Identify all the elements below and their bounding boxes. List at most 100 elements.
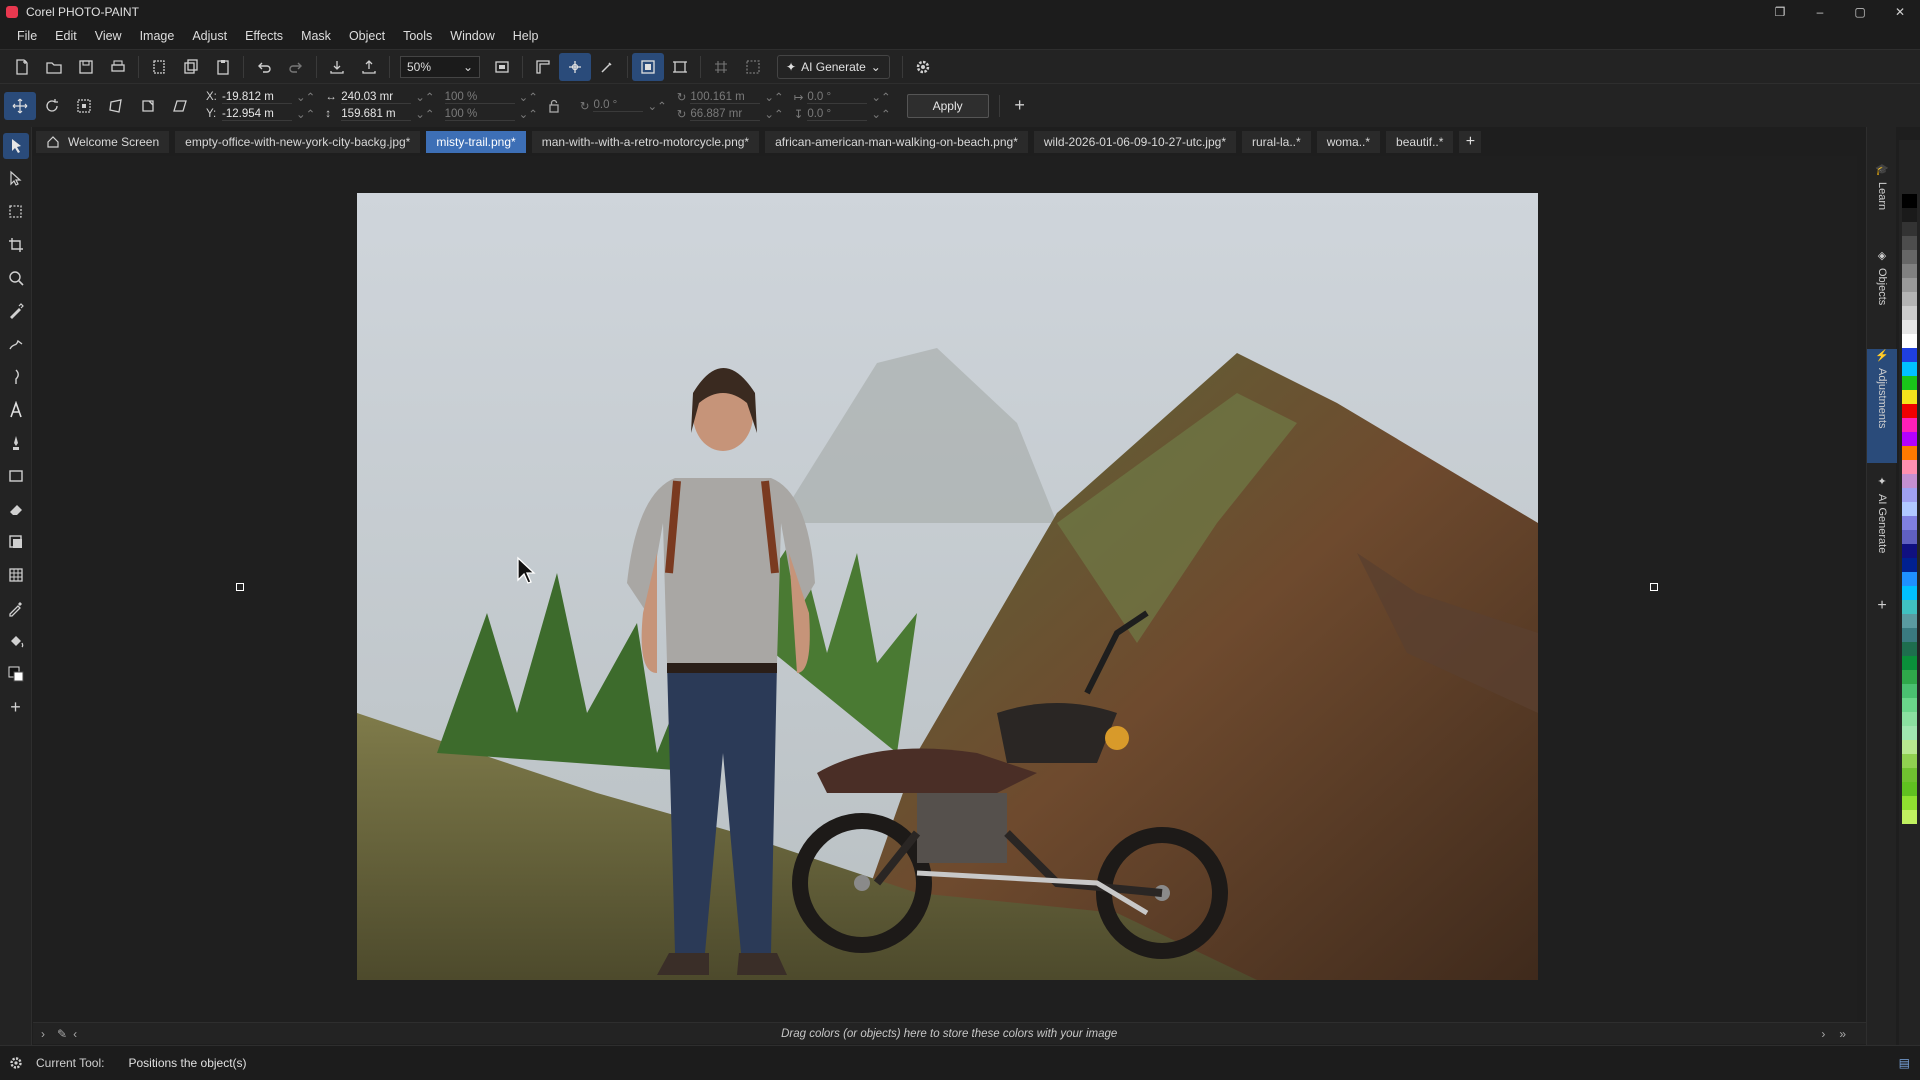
palette-swatch[interactable]: [1902, 320, 1917, 334]
new-file-icon[interactable]: [6, 53, 38, 81]
zoom-tool-icon[interactable]: [3, 265, 29, 291]
menu-adjust[interactable]: Adjust: [183, 23, 236, 49]
spin-icon[interactable]: ⌄⌃: [871, 90, 890, 104]
palette-swatch[interactable]: [1902, 684, 1917, 698]
restore-panel-icon[interactable]: ❐: [1760, 0, 1800, 23]
pick-tool-icon[interactable]: [2, 133, 29, 159]
mask-tool-icon[interactable]: [3, 199, 29, 225]
palette-swatch[interactable]: [1902, 334, 1917, 348]
menu-tools[interactable]: Tools: [394, 23, 441, 49]
freehand-tool-icon[interactable]: [3, 331, 29, 357]
palette-swatch[interactable]: [1902, 642, 1917, 656]
undo-icon[interactable]: [248, 53, 280, 81]
tab-document[interactable]: woma..*: [1316, 131, 1381, 153]
brush-mask-tool-icon[interactable]: [3, 298, 29, 324]
skew-v-input[interactable]: 0.0 °: [807, 108, 868, 121]
palette-swatch[interactable]: [1902, 390, 1917, 404]
palette-swatch[interactable]: [1902, 558, 1917, 572]
expand-palette-icon[interactable]: »: [1839, 1027, 1846, 1041]
cut-icon[interactable]: [143, 53, 175, 81]
palette-swatch[interactable]: [1902, 292, 1917, 306]
docker-tab-objects[interactable]: ◈ Objects: [1867, 249, 1897, 305]
spin-icon[interactable]: ⌄⌃: [296, 107, 315, 121]
skew-h-input[interactable]: 0.0 °: [807, 91, 868, 104]
scale-height-input[interactable]: 100 %: [444, 108, 515, 121]
add-icon[interactable]: +: [1004, 92, 1036, 120]
palette-swatch[interactable]: [1902, 544, 1917, 558]
grid-icon[interactable]: [705, 53, 737, 81]
center-x-input[interactable]: 100.161 m: [690, 91, 761, 104]
spin-icon[interactable]: ⌄⌃: [415, 90, 434, 104]
eyedropper-icon[interactable]: ✎: [57, 1027, 67, 1041]
print-icon[interactable]: [102, 53, 134, 81]
brush-settings-icon[interactable]: [591, 53, 623, 81]
palette-swatch[interactable]: [1902, 348, 1917, 362]
palette-swatch[interactable]: [1902, 446, 1917, 460]
palette-swatch[interactable]: [1902, 488, 1917, 502]
palette-swatch[interactable]: [1902, 586, 1917, 600]
color-swatch-icon[interactable]: [3, 661, 29, 687]
menu-help[interactable]: Help: [504, 23, 548, 49]
center-y-input[interactable]: 66.887 mr: [690, 108, 761, 121]
tab-document[interactable]: empty-office-with-new-york-city-backg.jp…: [175, 131, 421, 153]
rotate-mode-icon[interactable]: [36, 92, 68, 120]
tab-welcome-screen[interactable]: Welcome Screen: [36, 131, 170, 153]
ai-generate-button[interactable]: ✦ AI Generate ⌄: [777, 54, 890, 79]
skew-mode-icon[interactable]: [164, 92, 196, 120]
eraser-tool-icon[interactable]: [3, 496, 29, 522]
expand-arrow-icon[interactable]: ›: [41, 1027, 45, 1041]
perspective-mode-icon[interactable]: [132, 92, 164, 120]
palette-swatch[interactable]: [1902, 306, 1917, 320]
palette-swatch[interactable]: [1902, 670, 1917, 684]
gear-icon[interactable]: [907, 53, 939, 81]
scale-mode-icon[interactable]: [68, 92, 100, 120]
snap-to-icon[interactable]: [559, 52, 591, 81]
tab-document-active[interactable]: misty-trail.png*: [426, 131, 526, 153]
save-icon[interactable]: [70, 53, 102, 81]
zoom-fit-icon[interactable]: [486, 53, 518, 81]
spin-icon[interactable]: ⌄⌃: [415, 107, 434, 121]
palette-swatch[interactable]: [1902, 460, 1917, 474]
y-position-input[interactable]: -12.954 m: [222, 108, 292, 121]
gear-icon[interactable]: [8, 1055, 24, 1071]
add-docker-icon[interactable]: +: [1867, 597, 1897, 615]
palette-swatch[interactable]: [1902, 418, 1917, 432]
palette-swatch[interactable]: [1902, 600, 1917, 614]
tab-document[interactable]: beautif..*: [1386, 131, 1454, 153]
crop-tool-icon[interactable]: [3, 232, 29, 258]
palette-swatch[interactable]: [1902, 768, 1917, 782]
spin-icon[interactable]: ⌄⌃: [519, 107, 538, 121]
palette-swatch[interactable]: [1902, 628, 1917, 642]
palette-swatch[interactable]: [1902, 194, 1917, 208]
menu-view[interactable]: View: [86, 23, 131, 49]
palette-swatch[interactable]: [1902, 208, 1917, 222]
open-folder-icon[interactable]: [38, 53, 70, 81]
add-tool-icon[interactable]: +: [3, 694, 29, 720]
palette-swatch[interactable]: [1902, 376, 1917, 390]
palette-swatch[interactable]: [1902, 502, 1917, 516]
scale-width-input[interactable]: 100 %: [444, 91, 515, 104]
palette-swatch[interactable]: [1902, 726, 1917, 740]
pick-transform-mode-icon[interactable]: [4, 91, 36, 120]
docker-tab-adjustments[interactable]: ⚡ Adjustments: [1867, 349, 1897, 463]
menu-effects[interactable]: Effects: [236, 23, 292, 49]
palette-swatch[interactable]: [1902, 362, 1917, 376]
document-image[interactable]: [357, 193, 1538, 980]
zoom-level-select[interactable]: 50% ⌄: [400, 55, 480, 78]
palette-swatch[interactable]: [1902, 222, 1917, 236]
palette-swatch[interactable]: [1902, 432, 1917, 446]
redo-icon[interactable]: [280, 53, 312, 81]
spin-icon[interactable]: ⌄⌃: [764, 107, 783, 121]
tab-document[interactable]: man-with--with-a-retro-motorcycle.png*: [531, 131, 760, 153]
spin-icon[interactable]: ⌄⌃: [296, 90, 315, 104]
spin-icon[interactable]: ⌄⌃: [519, 90, 538, 104]
distort-mode-icon[interactable]: [100, 92, 132, 120]
eyedropper-tool-icon[interactable]: [3, 595, 29, 621]
text-tool-icon[interactable]: [3, 397, 29, 423]
menu-object[interactable]: Object: [340, 23, 394, 49]
tab-document[interactable]: rural-la..*: [1242, 131, 1311, 153]
mask-overlay-icon[interactable]: [737, 53, 769, 81]
palette-swatch[interactable]: [1902, 516, 1917, 530]
object-transparency-tool-icon[interactable]: [3, 166, 29, 192]
palette-swatch[interactable]: [1902, 572, 1917, 586]
